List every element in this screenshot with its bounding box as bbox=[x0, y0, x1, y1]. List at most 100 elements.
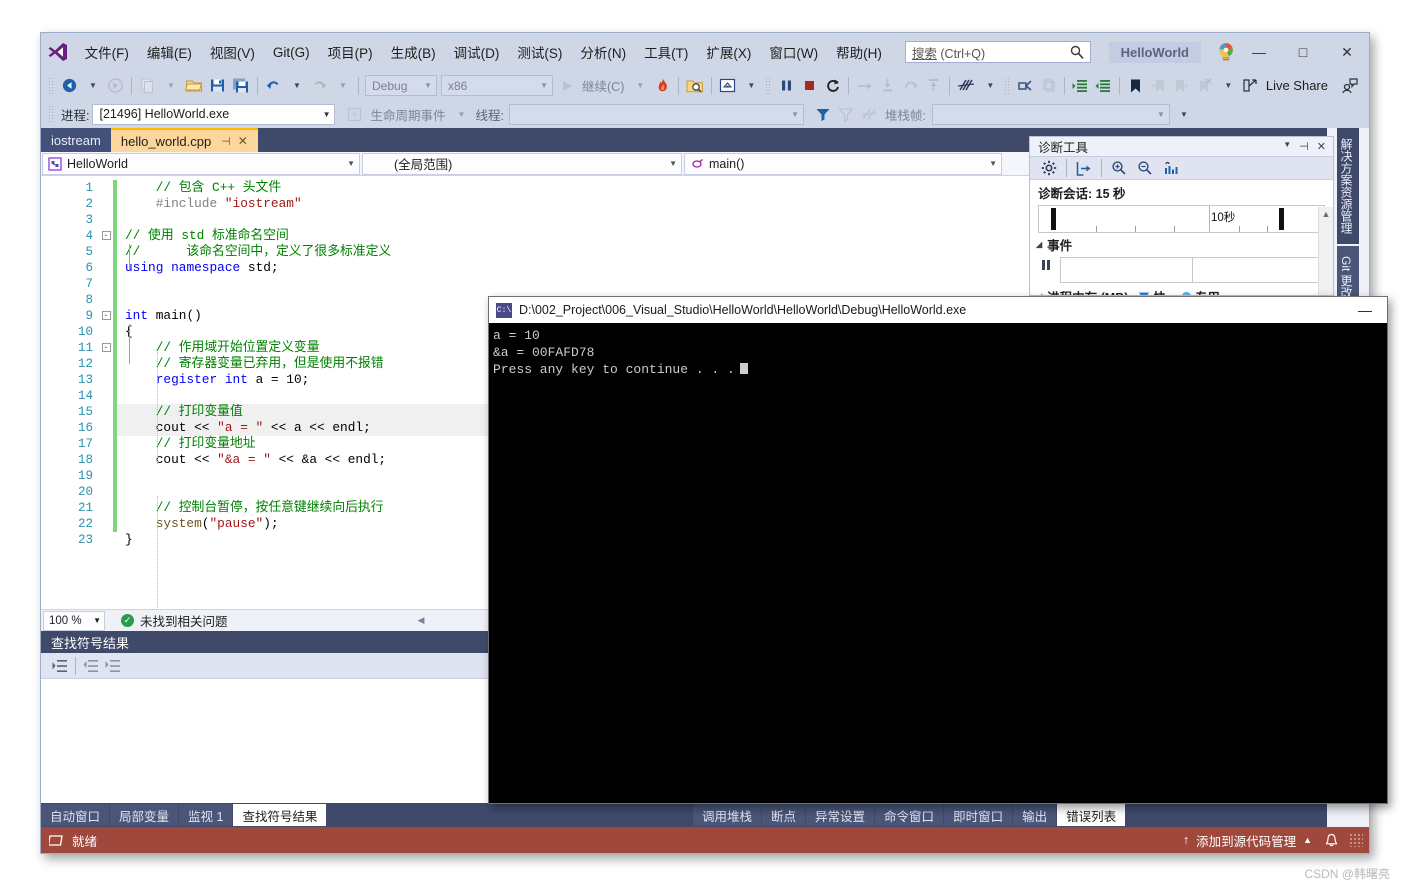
step-into-icon[interactable] bbox=[876, 74, 899, 97]
zoom-out-icon[interactable] bbox=[1132, 157, 1158, 179]
thread-marker-dropdown[interactable]: ▼ bbox=[978, 74, 1001, 97]
bottom-tab-exception-settings[interactable]: 异常设置 bbox=[806, 804, 875, 826]
bottom-tab-autos[interactable]: 自动窗口 bbox=[41, 804, 110, 826]
console-output[interactable]: a = 10 &a = 00FAFD78 Press any key to co… bbox=[489, 323, 1387, 803]
search-input[interactable]: 搜索 (Ctrl+Q) bbox=[904, 41, 1091, 63]
redo-button[interactable] bbox=[308, 74, 331, 97]
menu-tools[interactable]: 工具(T) bbox=[635, 38, 697, 66]
zoom-level-combo[interactable]: 100 % ▼ bbox=[43, 610, 105, 631]
avatar[interactable] bbox=[1215, 41, 1237, 63]
fold-toggle-icon[interactable]: - bbox=[99, 308, 113, 324]
bottom-tab-command-window[interactable]: 命令窗口 bbox=[875, 804, 944, 826]
bottom-tab-immediate-window[interactable]: 即时窗口 bbox=[944, 804, 1013, 826]
find-in-files-icon[interactable] bbox=[683, 74, 707, 97]
horizontal-scroll-left-arrow-icon[interactable]: ◀ bbox=[418, 615, 425, 626]
toolbar-grip[interactable] bbox=[48, 76, 55, 95]
toolbar-overflow-icon[interactable]: ▼ bbox=[1216, 74, 1239, 97]
next-result-icon[interactable] bbox=[102, 656, 124, 676]
live-preview-dropdown[interactable]: ▼ bbox=[739, 74, 762, 97]
clear-bookmarks-icon[interactable] bbox=[1193, 74, 1216, 97]
next-bookmark-icon[interactable] bbox=[1170, 74, 1193, 97]
menu-project[interactable]: 项目(P) bbox=[319, 38, 382, 66]
decrease-indent-icon[interactable] bbox=[1092, 74, 1115, 97]
menu-window[interactable]: 窗口(W) bbox=[760, 38, 827, 66]
show-graph-icon[interactable] bbox=[1158, 157, 1184, 179]
restart-debugging-button[interactable] bbox=[821, 74, 844, 97]
nav-member-combo[interactable]: main() ▼ bbox=[684, 152, 1002, 175]
console-minimize-button[interactable]: — bbox=[1343, 297, 1387, 323]
filter-clear-icon[interactable] bbox=[835, 103, 858, 126]
menu-debug[interactable]: 调试(D) bbox=[445, 38, 509, 66]
zoom-in-icon[interactable] bbox=[1106, 157, 1132, 179]
bottom-tab-find-symbol-results[interactable]: 查找符号结果 bbox=[233, 804, 327, 826]
panel-close-icon[interactable]: ✕ bbox=[1317, 140, 1326, 153]
feedback-icon[interactable] bbox=[1338, 74, 1361, 97]
continue-button-label[interactable]: 继续(C) bbox=[578, 76, 628, 95]
undo-dropdown[interactable]: ▼ bbox=[285, 74, 308, 97]
diagnostic-timeline-ruler[interactable]: 10秒 bbox=[1038, 205, 1325, 233]
stop-debugging-button[interactable] bbox=[798, 74, 821, 97]
lifecycle-dropdown[interactable]: ▼ bbox=[450, 103, 473, 126]
solution-platform-combo[interactable]: x86 ▼ bbox=[441, 75, 553, 96]
thread-marker-icon[interactable] bbox=[954, 74, 978, 97]
stackframe-combo[interactable]: ▼ bbox=[931, 103, 1170, 125]
start-debug-icon[interactable] bbox=[555, 74, 578, 97]
break-all-button[interactable] bbox=[775, 74, 798, 97]
resize-grip[interactable] bbox=[1349, 833, 1363, 847]
show-next-statement-icon[interactable] bbox=[853, 74, 876, 97]
minimize-button[interactable]: — bbox=[1237, 38, 1281, 66]
navigate-forward-button[interactable] bbox=[104, 74, 127, 97]
fold-toggle-icon[interactable]: - bbox=[99, 340, 113, 356]
redo-dropdown[interactable]: ▼ bbox=[331, 74, 354, 97]
nav-project-combo[interactable]: HelloWorld ▼ bbox=[42, 152, 360, 175]
new-project-button[interactable] bbox=[136, 74, 159, 97]
live-share-button[interactable]: Live Share bbox=[1243, 78, 1338, 93]
nav-scope-combo[interactable]: (全局范围) ▼ bbox=[362, 152, 682, 175]
diagnostic-scrollbar[interactable]: ▲ bbox=[1318, 207, 1333, 295]
tab-iostream[interactable]: iostream bbox=[41, 128, 111, 152]
increase-indent-icon[interactable] bbox=[1069, 74, 1092, 97]
open-file-button[interactable] bbox=[182, 74, 206, 97]
toolbar-grip-3[interactable] bbox=[1004, 76, 1012, 95]
panel-pin-icon[interactable]: ⊣ bbox=[1299, 140, 1309, 153]
export-report-icon[interactable] bbox=[1071, 157, 1097, 179]
close-button[interactable]: ✕ bbox=[1325, 38, 1369, 66]
menu-extensions[interactable]: 扩展(X) bbox=[697, 38, 760, 66]
uncomment-selection-icon[interactable] bbox=[1037, 74, 1060, 97]
events-section-header[interactable]: ◢ 事件 bbox=[1030, 233, 1333, 256]
save-button[interactable] bbox=[206, 74, 229, 97]
menu-file[interactable]: 文件(F) bbox=[76, 38, 138, 66]
undo-button[interactable] bbox=[262, 74, 285, 97]
process-memory-section-header[interactable]: ◢ 进程内存 (MB) 快.. 专用... bbox=[1030, 285, 1333, 295]
menu-help[interactable]: 帮助(H) bbox=[827, 38, 891, 66]
menu-test[interactable]: 测试(S) bbox=[508, 38, 571, 66]
fold-toggle-icon[interactable]: - bbox=[99, 228, 113, 244]
previous-bookmark-icon[interactable] bbox=[1147, 74, 1170, 97]
add-to-source-control-button[interactable]: ↑ 添加到源代码管理 ▲ bbox=[1177, 831, 1318, 850]
bookmark-icon[interactable] bbox=[1124, 74, 1147, 97]
new-project-dropdown[interactable]: ▼ bbox=[159, 74, 182, 97]
pause-icon[interactable] bbox=[1038, 257, 1054, 273]
menu-view[interactable]: 视图(V) bbox=[201, 38, 264, 66]
previous-result-icon[interactable] bbox=[80, 656, 102, 676]
pin-icon[interactable]: ⊣ bbox=[221, 135, 231, 148]
vtab-solution-explorer[interactable]: 解决方案资源管理器 bbox=[1322, 128, 1359, 244]
step-over-icon[interactable] bbox=[899, 74, 922, 97]
save-all-button[interactable] bbox=[229, 74, 253, 97]
events-track[interactable] bbox=[1060, 257, 1325, 283]
debugbar-grip[interactable] bbox=[48, 105, 55, 123]
navigate-backward-dropdown[interactable]: ▼ bbox=[81, 74, 104, 97]
menu-edit[interactable]: 编辑(E) bbox=[138, 38, 201, 66]
panel-chevron-down-icon[interactable]: ▼ bbox=[1283, 140, 1291, 153]
diagnostic-settings-gear-icon[interactable] bbox=[1036, 157, 1062, 179]
filter-icon[interactable] bbox=[812, 103, 835, 126]
menu-build[interactable]: 生成(B) bbox=[382, 38, 445, 66]
comment-selection-icon[interactable] bbox=[1014, 74, 1037, 97]
lifecycle-events-icon[interactable] bbox=[343, 103, 366, 126]
process-combo[interactable]: [21496] HelloWorld.exe ▼ bbox=[92, 103, 336, 125]
bottom-tab-call-stack[interactable]: 调用堆栈 bbox=[693, 804, 762, 826]
live-preview-icon[interactable] bbox=[716, 74, 739, 97]
maximize-button[interactable]: □ bbox=[1281, 38, 1325, 66]
hot-reload-icon[interactable] bbox=[651, 74, 674, 97]
thread-combo[interactable]: ▼ bbox=[508, 103, 804, 125]
